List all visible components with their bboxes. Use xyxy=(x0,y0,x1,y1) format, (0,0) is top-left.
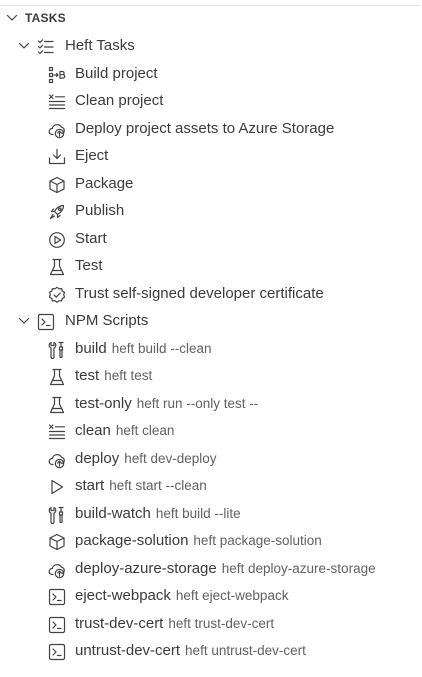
script-deploy[interactable]: deploy heft dev-deploy xyxy=(0,446,422,473)
script-command: heft eject-webpack xyxy=(175,588,289,603)
script-name: test-only xyxy=(75,395,132,412)
script-name: untrust-dev-cert xyxy=(75,642,181,659)
script-start[interactable]: start heft start --clean xyxy=(0,473,422,500)
task-clean-project[interactable]: Clean project xyxy=(0,88,422,115)
script-eject-webpack[interactable]: eject-webpack heft eject-webpack xyxy=(0,583,422,610)
script-command: heft untrust-dev-cert xyxy=(185,643,306,658)
script-name: build xyxy=(75,340,107,357)
group-label: NPM Scripts xyxy=(65,312,149,329)
verified-badge-icon xyxy=(48,286,66,304)
script-command: heft deploy-azure-storage xyxy=(221,561,376,576)
script-command: heft trust-dev-cert xyxy=(168,616,275,631)
task-build-project[interactable]: Build project xyxy=(0,61,422,88)
task-label: Build project xyxy=(75,65,158,82)
terminal-icon xyxy=(48,616,66,634)
script-build[interactable]: build heft build --clean xyxy=(0,336,422,363)
eject-download-icon xyxy=(48,148,66,166)
clean-list-icon xyxy=(48,93,66,111)
terminal-icon xyxy=(48,643,66,661)
script-trust-dev-cert[interactable]: trust-dev-cert heft trust-dev-cert xyxy=(0,611,422,638)
beaker-icon xyxy=(48,368,66,386)
tasks-panel: TASKS Heft Tasks Build project Clean pro… xyxy=(0,0,422,677)
script-command: heft clean xyxy=(115,423,175,438)
task-trust-certificate[interactable]: Trust self-signed developer certificate xyxy=(0,281,422,308)
task-label: Start xyxy=(75,230,107,247)
script-command: heft run --only test -- xyxy=(136,396,259,411)
script-name: build-watch xyxy=(75,505,151,522)
package-icon xyxy=(48,176,66,194)
script-command: heft build --clean xyxy=(111,341,212,356)
group-label: Heft Tasks xyxy=(65,37,135,54)
task-package[interactable]: Package xyxy=(0,171,422,198)
rocket-icon xyxy=(48,203,66,221)
script-name: deploy-azure-storage xyxy=(75,560,217,577)
play-icon xyxy=(48,478,66,496)
task-publish[interactable]: Publish xyxy=(0,198,422,225)
script-name: eject-webpack xyxy=(75,587,171,604)
group-npm-scripts[interactable]: NPM Scripts xyxy=(0,308,422,335)
task-label: Deploy project assets to Azure Storage xyxy=(75,120,335,137)
script-test-only[interactable]: test-only heft run --only test -- xyxy=(0,391,422,418)
task-label: Clean project xyxy=(75,92,164,109)
task-label: Trust self-signed developer certificate xyxy=(75,285,324,302)
chevron-down-icon xyxy=(17,314,31,328)
script-untrust-dev-cert[interactable]: untrust-dev-cert heft untrust-dev-cert xyxy=(0,638,422,665)
beaker-icon xyxy=(48,396,66,414)
cloud-upload-icon xyxy=(48,121,66,139)
script-name: test xyxy=(75,367,100,384)
task-start[interactable]: Start xyxy=(0,226,422,253)
chevron-down-icon xyxy=(5,11,19,25)
script-command: heft dev-deploy xyxy=(124,451,217,466)
script-command: heft package-solution xyxy=(193,533,322,548)
script-name: trust-dev-cert xyxy=(75,615,164,632)
cloud-upload-icon xyxy=(48,451,66,469)
package-icon xyxy=(48,533,66,551)
script-name: deploy xyxy=(75,450,120,467)
script-deploy-azure-storage[interactable]: deploy-azure-storage heft deploy-azure-st… xyxy=(0,556,422,583)
tools-icon xyxy=(48,341,66,359)
script-command: heft start --clean xyxy=(109,478,207,493)
task-label: Eject xyxy=(75,147,109,164)
task-label: Test xyxy=(75,257,103,274)
panel-title: TASKS xyxy=(25,11,66,25)
tasks-panel-header[interactable]: TASKS xyxy=(0,5,420,31)
group-heft-tasks[interactable]: Heft Tasks xyxy=(0,33,422,60)
script-test[interactable]: test heft test xyxy=(0,363,422,390)
script-command: heft build --lite xyxy=(155,506,241,521)
play-circle-icon xyxy=(48,231,66,249)
script-build-watch[interactable]: build-watch heft build --lite xyxy=(0,501,422,528)
task-eject[interactable]: Eject xyxy=(0,143,422,170)
task-label: Publish xyxy=(75,202,125,219)
build-project-icon xyxy=(48,66,66,84)
script-command: heft test xyxy=(104,368,153,383)
clean-list-icon xyxy=(48,423,66,441)
terminal-icon xyxy=(37,313,55,331)
beaker-icon xyxy=(48,258,66,276)
terminal-icon xyxy=(48,588,66,606)
chevron-down-icon xyxy=(17,39,31,53)
task-deploy-azure[interactable]: Deploy project assets to Azure Storage xyxy=(0,116,422,143)
checklist-icon xyxy=(37,38,55,56)
cloud-upload-icon xyxy=(48,561,66,579)
script-clean[interactable]: clean heft clean xyxy=(0,418,422,445)
script-name: clean xyxy=(75,422,111,439)
script-name: start xyxy=(75,477,105,494)
script-package-solution[interactable]: package-solution heft package-solution xyxy=(0,528,422,555)
tools-icon xyxy=(48,506,66,524)
task-label: Package xyxy=(75,175,134,192)
task-test[interactable]: Test xyxy=(0,253,422,280)
script-name: package-solution xyxy=(75,532,189,549)
